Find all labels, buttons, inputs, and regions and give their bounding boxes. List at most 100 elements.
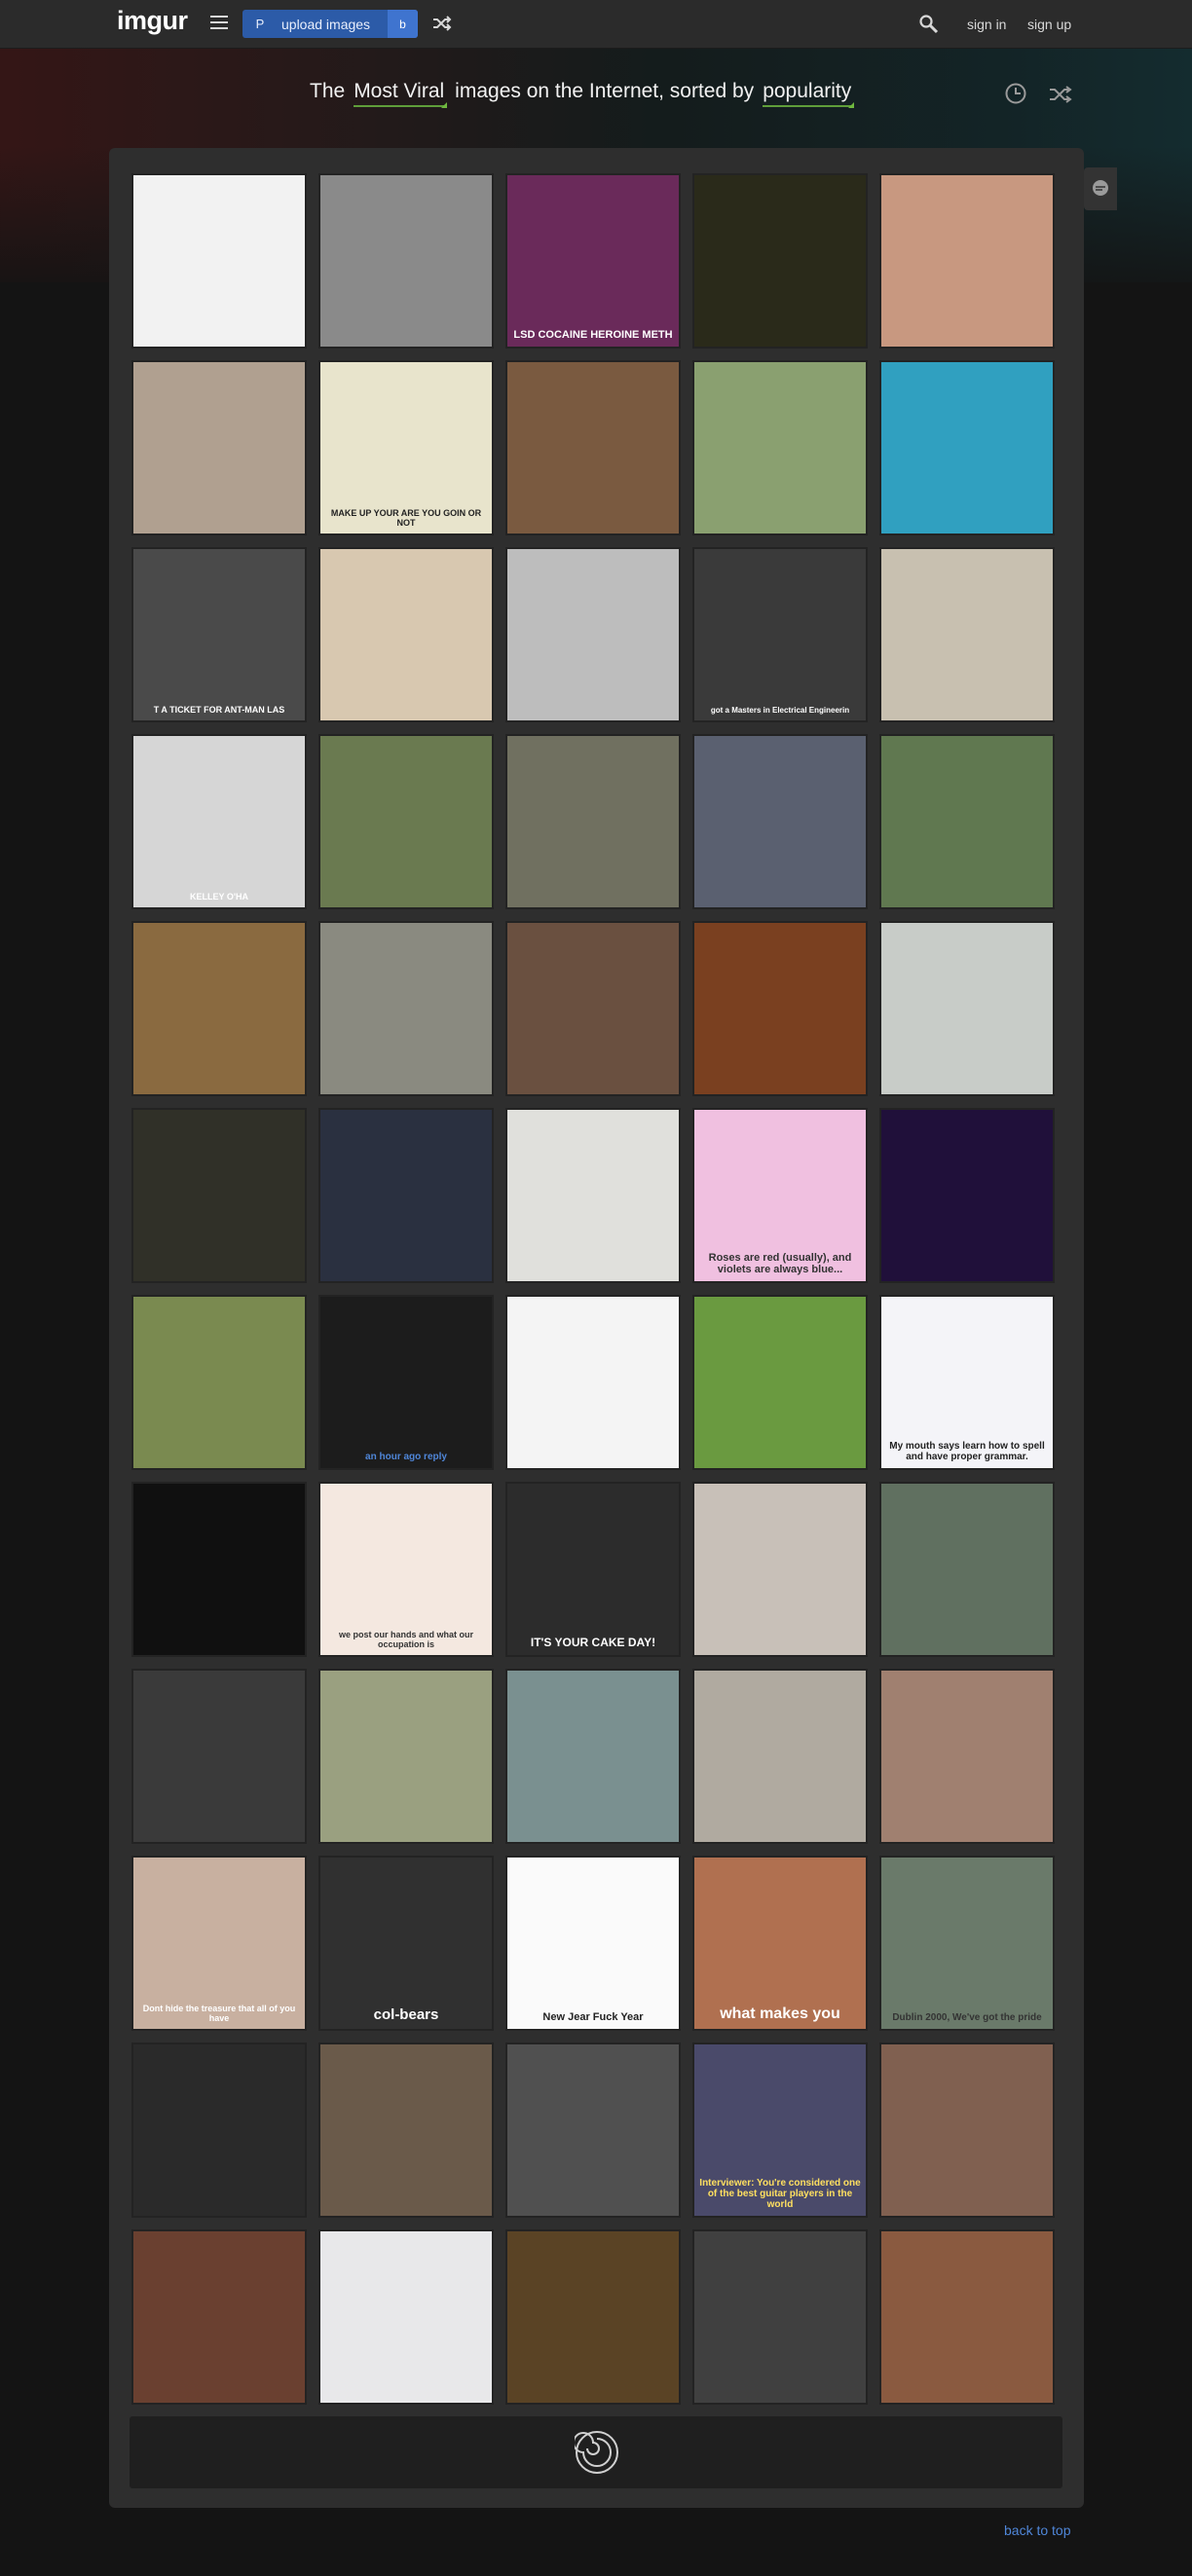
top-nav-bar: imgur P upload images b sign in sign up xyxy=(0,0,1192,49)
thumbnail-caption: we post our hands and what our occupatio… xyxy=(338,1630,473,1649)
gallery-thumbnail[interactable] xyxy=(318,547,494,722)
gallery-thumbnail[interactable] xyxy=(879,1108,1055,1283)
gallery-thumbnail[interactable] xyxy=(505,734,681,909)
sign-in-link[interactable]: sign in xyxy=(967,17,1006,32)
gallery-thumbnail[interactable] xyxy=(318,1108,494,1283)
gallery-thumbnail[interactable]: an hour ago reply xyxy=(318,1295,494,1470)
thumbnail-caption: col-bears xyxy=(373,2006,439,2023)
gallery-thumbnail[interactable] xyxy=(318,734,494,909)
gallery-thumbnail[interactable]: we post our hands and what our occupatio… xyxy=(318,1482,494,1657)
sort-dropdown[interactable]: popularity xyxy=(763,80,855,108)
gallery-thumbnail[interactable] xyxy=(692,734,868,909)
headline-middle: images on the Internet, sorted by xyxy=(455,80,755,102)
gallery-thumbnail[interactable] xyxy=(131,2042,307,2218)
gallery-thumbnail[interactable] xyxy=(692,1482,868,1657)
gallery-thumbnail[interactable] xyxy=(505,547,681,722)
gallery-thumbnail[interactable] xyxy=(879,1669,1055,1844)
clock-icon[interactable] xyxy=(1004,82,1027,110)
gallery-thumbnail[interactable] xyxy=(505,2229,681,2405)
gallery-thumbnail[interactable] xyxy=(692,173,868,349)
gallery-thumbnail[interactable] xyxy=(131,921,307,1096)
gallery-thumbnail[interactable]: what makes you xyxy=(692,1856,868,2031)
gallery-thumbnail[interactable] xyxy=(879,173,1055,349)
gallery-thumbnail[interactable] xyxy=(692,1295,868,1470)
thumbnail-caption: what makes you xyxy=(720,2006,840,2022)
gallery-thumbnail[interactable] xyxy=(318,2229,494,2405)
thumbnail-caption: MAKE UP YOUR ARE YOU GOIN OR NOT xyxy=(330,508,482,528)
gallery-thumbnail[interactable] xyxy=(692,921,868,1096)
gallery-thumbnail[interactable]: My mouth says learn how to spell and hav… xyxy=(879,1295,1055,1470)
gallery-thumbnail[interactable]: T A TICKET FOR ANT-MAN LAS xyxy=(131,547,307,722)
gallery-thumbnail[interactable] xyxy=(318,173,494,349)
thumbnail-caption: got a Masters in Electrical Engineerin xyxy=(710,706,850,715)
back-to-top-link[interactable]: back to top xyxy=(1004,2522,1071,2538)
gallery-thumbnail[interactable] xyxy=(505,1295,681,1470)
gallery-thumbnail[interactable]: got a Masters in Electrical Engineerin xyxy=(692,547,868,722)
gallery-thumbnail[interactable]: Dublin 2000, We've got the pride xyxy=(879,1856,1055,2031)
thumbnail-caption: KELLEY O'HA xyxy=(190,892,248,902)
headline-prefix: The xyxy=(310,80,346,102)
gallery-thumbnail[interactable]: Roses are red (usually), and violets are… xyxy=(692,1108,868,1283)
gallery-thumbnail[interactable] xyxy=(131,1108,307,1283)
gallery-thumbnail[interactable] xyxy=(505,1669,681,1844)
upload-images-button[interactable]: P upload images b xyxy=(242,10,418,38)
image-grid: LSD COCAINE HEROINE METH MAKE UP YOUR ARE… xyxy=(131,173,1055,2405)
upload-shortcut-hint: b xyxy=(388,10,418,38)
gallery-thumbnail[interactable] xyxy=(879,360,1055,535)
thumbnail-caption: New Jear Fuck Year xyxy=(542,2011,644,2023)
gallery-thumbnail[interactable]: KELLEY O'HA xyxy=(131,734,307,909)
gallery-thumbnail[interactable] xyxy=(505,360,681,535)
thumbnail-caption: My mouth says learn how to spell and hav… xyxy=(889,1441,1045,1462)
random-shuffle-icon[interactable] xyxy=(1049,86,1072,108)
gallery-panel: LSD COCAINE HEROINE METH MAKE UP YOUR ARE… xyxy=(109,148,1084,2508)
gallery-thumbnail[interactable] xyxy=(505,1108,681,1283)
gallery-thumbnail[interactable] xyxy=(879,1482,1055,1657)
thumbnail-caption: Interviewer: You're considered one of th… xyxy=(699,2178,861,2210)
gallery-thumbnail[interactable] xyxy=(879,921,1055,1096)
sign-up-link[interactable]: sign up xyxy=(1027,17,1071,32)
gallery-thumbnail[interactable]: MAKE UP YOUR ARE YOU GOIN OR NOT xyxy=(318,360,494,535)
chat-bubble-icon[interactable] xyxy=(1084,167,1117,210)
gallery-thumbnail[interactable] xyxy=(879,2042,1055,2218)
gallery-thumbnail[interactable] xyxy=(505,2042,681,2218)
imgur-logo[interactable]: imgur xyxy=(117,6,188,36)
gallery-thumbnail[interactable] xyxy=(692,360,868,535)
gallery-thumbnail[interactable] xyxy=(131,173,307,349)
upload-images-label: upload images xyxy=(281,16,371,32)
thumbnail-caption: LSD COCAINE HEROINE METH xyxy=(513,329,673,341)
loading-bar xyxy=(130,2416,1062,2488)
thumbnail-caption: Dublin 2000, We've got the pride xyxy=(892,2012,1042,2023)
gallery-headline: The Most Viral images on the Internet, s… xyxy=(310,80,862,108)
search-icon[interactable] xyxy=(918,14,940,40)
gallery-thumbnail[interactable] xyxy=(692,2229,868,2405)
gallery-thumbnail[interactable]: Dont hide the treasure that all of you h… xyxy=(131,1856,307,2031)
shuffle-icon[interactable] xyxy=(432,16,452,36)
gallery-thumbnail[interactable] xyxy=(318,2042,494,2218)
section-dropdown[interactable]: Most Viral xyxy=(354,80,448,108)
hamburger-icon[interactable] xyxy=(210,16,228,29)
gallery-thumbnail[interactable] xyxy=(131,360,307,535)
upload-key-hint: P xyxy=(255,17,265,31)
spinner-icon xyxy=(573,2430,619,2480)
gallery-thumbnail[interactable] xyxy=(879,547,1055,722)
gallery-thumbnail[interactable] xyxy=(879,734,1055,909)
gallery-thumbnail[interactable] xyxy=(692,1669,868,1844)
thumbnail-caption: T A TICKET FOR ANT-MAN LAS xyxy=(153,705,285,715)
thumbnail-caption: IT'S YOUR CAKE DAY! xyxy=(530,1636,656,1649)
gallery-thumbnail[interactable]: Interviewer: You're considered one of th… xyxy=(692,2042,868,2218)
gallery-thumbnail[interactable]: New Jear Fuck Year xyxy=(505,1856,681,2031)
gallery-thumbnail[interactable] xyxy=(131,2229,307,2405)
gallery-thumbnail[interactable] xyxy=(879,2229,1055,2405)
gallery-thumbnail[interactable]: IT'S YOUR CAKE DAY! xyxy=(505,1482,681,1657)
gallery-thumbnail[interactable] xyxy=(318,921,494,1096)
gallery-thumbnail[interactable] xyxy=(131,1669,307,1844)
gallery-thumbnail[interactable] xyxy=(131,1295,307,1470)
thumbnail-caption: Dont hide the treasure that all of you h… xyxy=(142,2004,296,2023)
thumbnail-caption: an hour ago reply xyxy=(365,1452,447,1462)
thumbnail-caption: Roses are red (usually), and violets are… xyxy=(708,1252,852,1275)
gallery-thumbnail[interactable] xyxy=(131,1482,307,1657)
gallery-thumbnail[interactable]: LSD COCAINE HEROINE METH xyxy=(505,173,681,349)
gallery-thumbnail[interactable] xyxy=(318,1669,494,1844)
gallery-thumbnail[interactable]: col-bears xyxy=(318,1856,494,2031)
gallery-thumbnail[interactable] xyxy=(505,921,681,1096)
